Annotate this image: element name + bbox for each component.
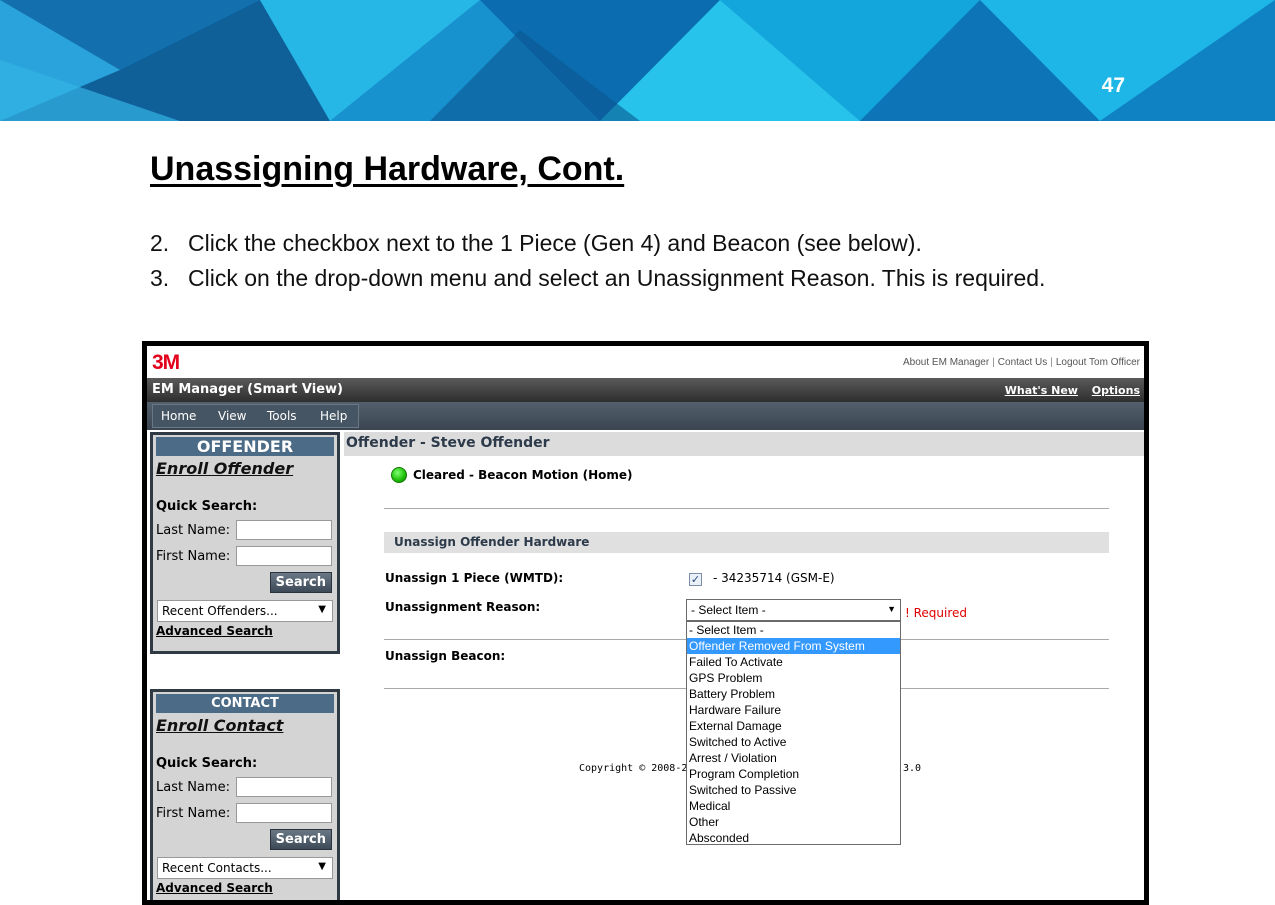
search-button[interactable]: Search — [269, 829, 332, 850]
dropdown-option[interactable]: Switched to Active — [687, 734, 900, 750]
dropdown-option[interactable]: Battery Problem — [687, 686, 900, 702]
first-name-label: First Name: — [156, 805, 231, 821]
logo: 3M — [152, 351, 180, 374]
first-name-label: First Name: — [156, 548, 231, 564]
first-name-input[interactable] — [236, 546, 332, 566]
separator: | — [992, 357, 995, 368]
dropdown-option[interactable]: Other — [687, 814, 900, 830]
recent-contacts-value: Recent Contacts... — [162, 861, 272, 875]
instruction-list: 2. Click the checkbox next to the 1 Piec… — [150, 226, 1045, 296]
status-dot-icon — [391, 467, 407, 483]
chevron-down-icon: ▼ — [318, 604, 326, 615]
logout-link[interactable]: Logout Tom Officer — [1056, 357, 1140, 368]
separator: | — [1050, 357, 1053, 368]
offender-heading: Offender - Steve Offender — [346, 435, 550, 451]
recent-contacts-select[interactable]: Recent Contacts... ▼ — [157, 857, 333, 879]
reason-dropdown-list: - Select Item - Offender Removed From Sy… — [686, 621, 901, 845]
menu-bar: Home View Tools Help — [147, 402, 1144, 430]
first-name-row: First Name: — [156, 543, 337, 569]
whats-new-link[interactable]: What's New — [1005, 384, 1078, 397]
search-row: Search — [153, 826, 337, 854]
header-banner: 47 — [0, 0, 1275, 121]
advanced-search-link[interactable]: Advanced Search — [156, 624, 337, 638]
app-title-bar: EM Manager (Smart View) What's New Optio… — [147, 378, 1144, 402]
slide-title: Unassigning Hardware, Cont. — [150, 150, 625, 188]
dropdown-option[interactable]: Arrest / Violation — [687, 750, 900, 766]
page-number: 47 — [1101, 74, 1125, 97]
status-text: Cleared - Beacon Motion (Home) — [413, 468, 633, 482]
app-title: EM Manager (Smart View) — [152, 382, 343, 397]
first-name-input[interactable] — [236, 803, 332, 823]
last-name-row: Last Name: — [156, 774, 337, 800]
list-item: 2. Click the checkbox next to the 1 Piec… — [150, 226, 1045, 261]
dropdown-option-highlighted[interactable]: Offender Removed From System — [687, 638, 900, 654]
step-number: 2. — [150, 230, 170, 256]
contact-link[interactable]: Contact Us — [998, 357, 1047, 368]
chevron-down-icon: ▼ — [318, 861, 326, 872]
dropdown-option[interactable]: Hardware Failure — [687, 702, 900, 718]
dropdown-option[interactable]: Absconded — [687, 830, 900, 846]
menu-home[interactable]: Home — [161, 409, 196, 423]
quick-search-label: Quick Search: — [156, 499, 258, 514]
dropdown-option[interactable]: Failed To Activate — [687, 654, 900, 670]
offender-panel: OFFENDER Enroll Offender Quick Search: L… — [150, 432, 340, 654]
enroll-contact-link[interactable]: Enroll Contact — [156, 716, 337, 738]
dropdown-option[interactable]: - Select Item - — [687, 622, 900, 638]
list-item: 3. Click on the drop-down menu and selec… — [150, 261, 1045, 296]
contact-panel: CONTACT Enroll Contact Quick Search: Las… — [150, 689, 340, 900]
page-title: Offender - Steve Offender — [344, 432, 1144, 456]
search-row: Search — [153, 569, 337, 597]
recent-offenders-select[interactable]: Recent Offenders... ▼ — [157, 600, 333, 622]
panel-header: CONTACT — [156, 694, 334, 713]
panel-header: OFFENDER — [156, 437, 334, 456]
last-name-input[interactable] — [236, 777, 332, 797]
required-indicator: ! Required — [905, 606, 968, 620]
dropdown-option[interactable]: GPS Problem — [687, 670, 900, 686]
last-name-input[interactable] — [236, 520, 332, 540]
reason-select-value: - Select Item - — [691, 603, 766, 617]
menu-help[interactable]: Help — [320, 409, 347, 423]
quick-search-label: Quick Search: — [156, 756, 258, 771]
chevron-down-icon: ▼ — [887, 604, 896, 614]
menu-view[interactable]: View — [218, 409, 246, 423]
options-link[interactable]: Options — [1092, 384, 1140, 397]
menu-tools[interactable]: Tools — [267, 409, 297, 423]
version-text: 3.0 — [903, 763, 922, 774]
reason-select[interactable]: - Select Item - ▼ — [686, 599, 901, 621]
reason-label: Unassignment Reason: — [385, 600, 541, 614]
enroll-offender-link[interactable]: Enroll Offender — [156, 459, 337, 481]
about-link[interactable]: About EM Manager — [903, 357, 989, 368]
step-number: 3. — [150, 265, 170, 291]
advanced-search-link[interactable]: Advanced Search — [156, 881, 337, 895]
copyright-text: Copyright © 2008-2 — [579, 763, 688, 774]
status-indicator: Cleared - Beacon Motion (Home) — [391, 467, 633, 483]
divider — [384, 508, 1109, 509]
top-bar: 3M About EM Manager | Contact Us | Logout To… — [147, 346, 1144, 378]
step-text: Click the checkbox next to the 1 Piece (… — [188, 230, 922, 256]
last-name-label: Last Name: — [156, 779, 230, 795]
top-links: About EM Manager | Contact Us | Logout Tom O… — [903, 357, 1140, 368]
unassign-label: Unassign 1 Piece (WMTD): — [385, 571, 564, 585]
dropdown-option[interactable]: External Damage — [687, 718, 900, 734]
dropdown-option[interactable]: Medical — [687, 798, 900, 814]
last-name-label: Last Name: — [156, 522, 230, 538]
header-links: What's New Options — [995, 384, 1140, 397]
recent-offenders-value: Recent Offenders... — [162, 604, 278, 618]
banner-pattern — [0, 0, 1275, 121]
device-id: - 34235714 (GSM-E) — [713, 571, 835, 585]
last-name-row: Last Name: — [156, 517, 337, 543]
app-screenshot: 3M About EM Manager | Contact Us | Logout To… — [142, 341, 1149, 905]
first-name-row: First Name: — [156, 800, 337, 826]
unassign-checkbox[interactable]: ✓ — [689, 573, 702, 586]
dropdown-option[interactable]: Program Completion — [687, 766, 900, 782]
beacon-label: Unassign Beacon: — [385, 649, 506, 663]
search-button[interactable]: Search — [269, 572, 332, 593]
step-text: Click on the drop-down menu and select a… — [188, 265, 1046, 291]
dropdown-option[interactable]: Switched to Passive — [687, 782, 900, 798]
section-header: Unassign Offender Hardware — [384, 532, 1109, 553]
